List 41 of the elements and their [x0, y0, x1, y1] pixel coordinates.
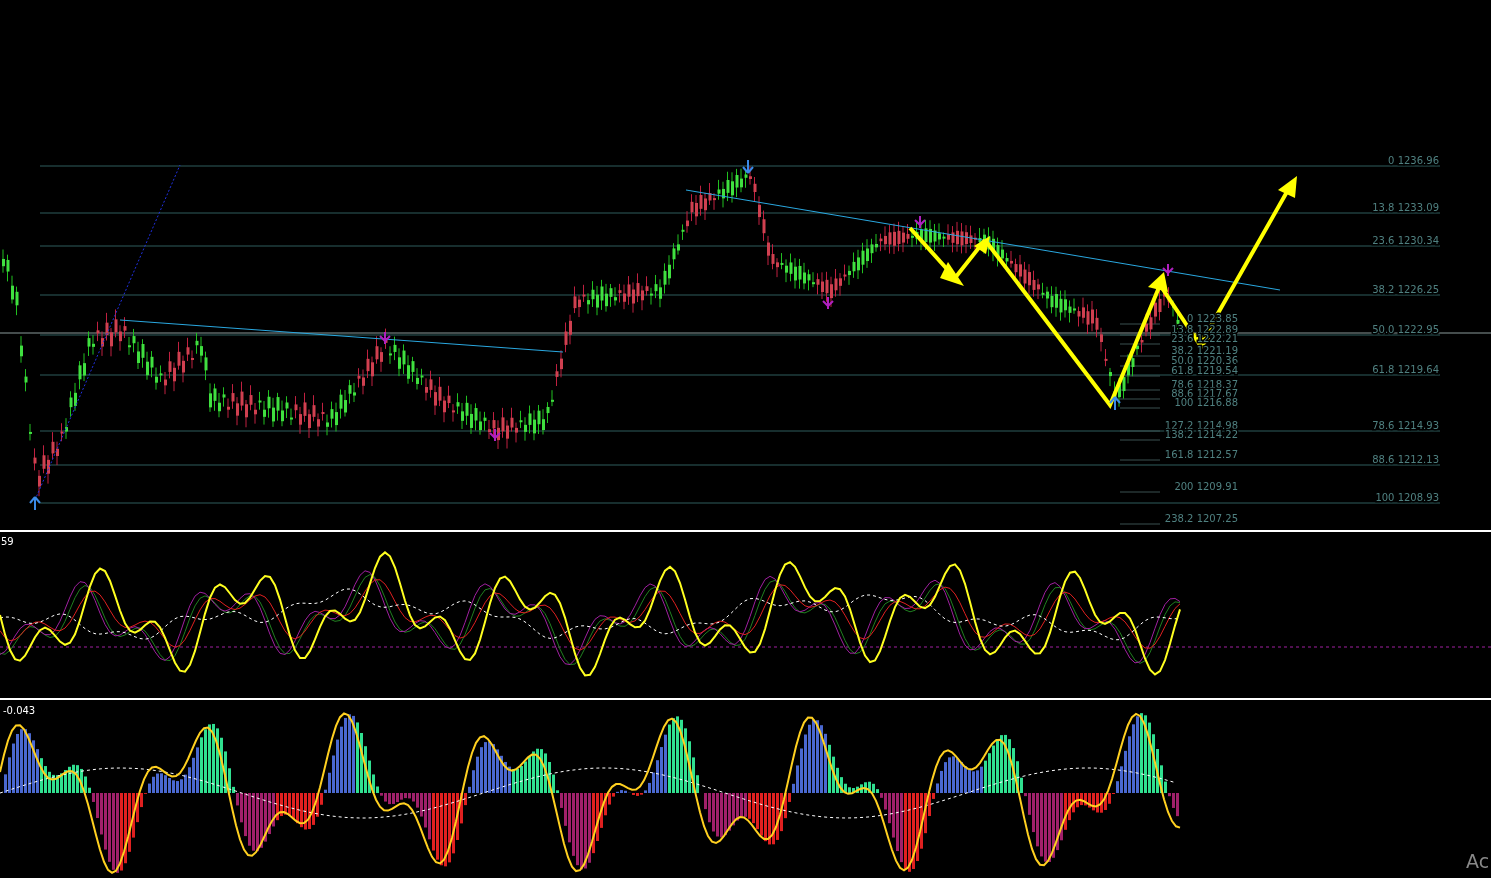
- fibonacci-level-line: [1119, 355, 1161, 357]
- watermark-text: Ac: [1466, 850, 1490, 872]
- fibonacci-level-label: 38.2 1221.19: [1171, 345, 1238, 356]
- fibonacci-level-label: 13.8 1233.09: [1372, 202, 1439, 213]
- fibonacci-level-label: 61.8 1219.64: [1372, 364, 1439, 375]
- arrow-marker-icon: [489, 428, 501, 442]
- fibonacci-level-label: 23.6 1230.34: [1372, 235, 1439, 246]
- fibonacci-level-line: [1119, 389, 1161, 391]
- fibonacci-level-label: 61.8 1219.54: [1171, 365, 1238, 376]
- fibonacci-level-line: [1119, 365, 1161, 367]
- arrow-marker-icon: [822, 296, 834, 310]
- fibonacci-level-label: 78.6 1218.37: [1171, 379, 1238, 390]
- fibonacci-level-line: [1119, 407, 1161, 409]
- fibonacci-level-label: 100 1216.88: [1174, 397, 1238, 408]
- fibonacci-level-line: [1119, 398, 1161, 400]
- fibonacci-level-label: 0 1236.96: [1388, 155, 1439, 166]
- up-arrow-icon: [29, 496, 41, 511]
- fibonacci-level-label: 127.2 1214.98: [1164, 420, 1238, 431]
- fibonacci-level-label: 138.2 1214.22: [1164, 429, 1238, 440]
- fibonacci-level-line: [1119, 491, 1161, 493]
- fibonacci-level-line: [1119, 459, 1161, 461]
- indicator-value: -0.043: [3, 705, 36, 716]
- fibonacci-level-label: 88.6 1217.67: [1171, 388, 1238, 399]
- fibonacci-level-label: 78.6 1214.93: [1372, 420, 1439, 431]
- arrow-marker-icon: [379, 331, 391, 345]
- fibonacci-level-label: 88.6 1212.13: [1372, 454, 1439, 465]
- fibonacci-level-label: 38.2 1226.25: [1372, 284, 1439, 295]
- fibonacci-level-label: 50.0 1220.36: [1171, 355, 1238, 366]
- fibonacci-level-label: 238.2 1207.25: [1164, 513, 1238, 524]
- fibonacci-level-line: [1119, 523, 1161, 525]
- fibonacci-level-label: 200 1209.91: [1174, 481, 1238, 492]
- up-arrow-icon: [1109, 396, 1121, 411]
- fibonacci-level-line: [1119, 323, 1161, 325]
- fibonacci-level-label: 161.8 1212.57: [1164, 449, 1238, 460]
- fibonacci-level-line: [1119, 439, 1161, 441]
- down-arrow-icon: [742, 159, 754, 174]
- indicator-value: 59: [1, 536, 14, 547]
- fibonacci-level-label: 100 1208.93: [1375, 492, 1439, 503]
- arrow-marker-icon: [914, 215, 926, 229]
- fibonacci-level-line: [1119, 343, 1161, 345]
- arrow-marker-icon: [1162, 263, 1174, 277]
